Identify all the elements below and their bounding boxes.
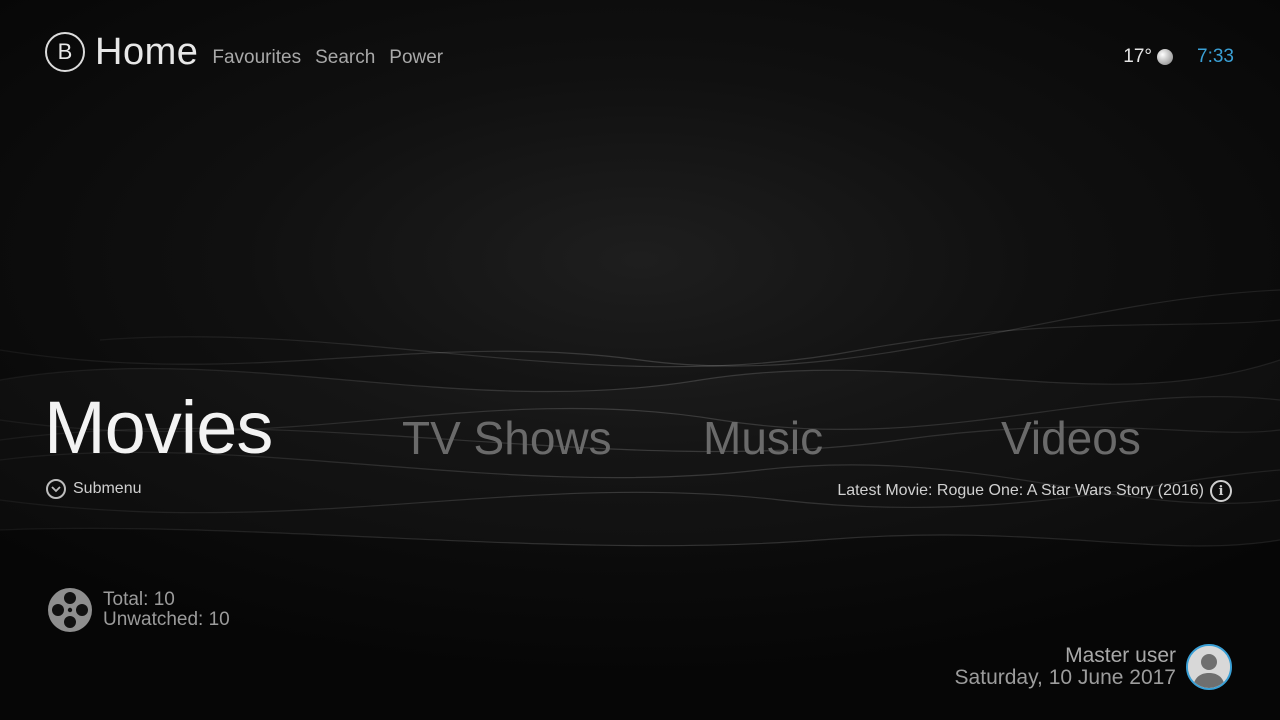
stats-text: Total: 10 Unwatched: 10 (103, 590, 230, 630)
favourites-link[interactable]: Favourites (212, 47, 301, 69)
clock: 7:33 (1197, 46, 1234, 67)
menu-item-music[interactable]: Music (703, 411, 823, 465)
logo-icon: B (45, 32, 85, 72)
chevron-down-circle-icon (46, 479, 66, 499)
user-panel[interactable]: Master user Saturday, 10 June 2017 (955, 644, 1232, 690)
submenu-button[interactable]: Submenu (46, 479, 142, 499)
unwatched-count: Unwatched: 10 (103, 609, 230, 630)
top-bar: B Home Favourites Search Power (45, 30, 443, 73)
temperature: 17° (1123, 46, 1153, 67)
user-text: Master user Saturday, 10 June 2017 (955, 645, 1176, 689)
library-stats: Total: 10 Unwatched: 10 (47, 587, 230, 633)
status-area: 17° 7:33 (1123, 46, 1234, 68)
power-link[interactable]: Power (389, 47, 443, 69)
film-reel-icon (48, 588, 92, 632)
menu-item-tv-shows[interactable]: TV Shows (402, 411, 612, 465)
main-menu: Movies TV Shows Music Videos (0, 385, 1280, 475)
avatar-icon[interactable] (1186, 644, 1232, 690)
menu-item-videos[interactable]: Videos (1001, 411, 1141, 465)
user-name: Master user (1065, 644, 1176, 667)
total-count: Total: 10 (103, 589, 175, 610)
latest-movie[interactable]: Latest Movie: Rogue One: A Star Wars Sto… (837, 480, 1232, 502)
latest-movie-label: Latest Movie: Rogue One: A Star Wars Sto… (837, 482, 1204, 499)
info-icon[interactable]: i (1210, 480, 1232, 502)
submenu-label: Submenu (73, 480, 142, 497)
menu-item-movies[interactable]: Movies (44, 385, 273, 470)
page-title: Home (95, 30, 199, 73)
moon-icon (1157, 49, 1174, 65)
current-date: Saturday, 10 June 2017 (954, 666, 1176, 689)
logo-letter: B (57, 39, 73, 64)
search-link[interactable]: Search (315, 47, 375, 69)
